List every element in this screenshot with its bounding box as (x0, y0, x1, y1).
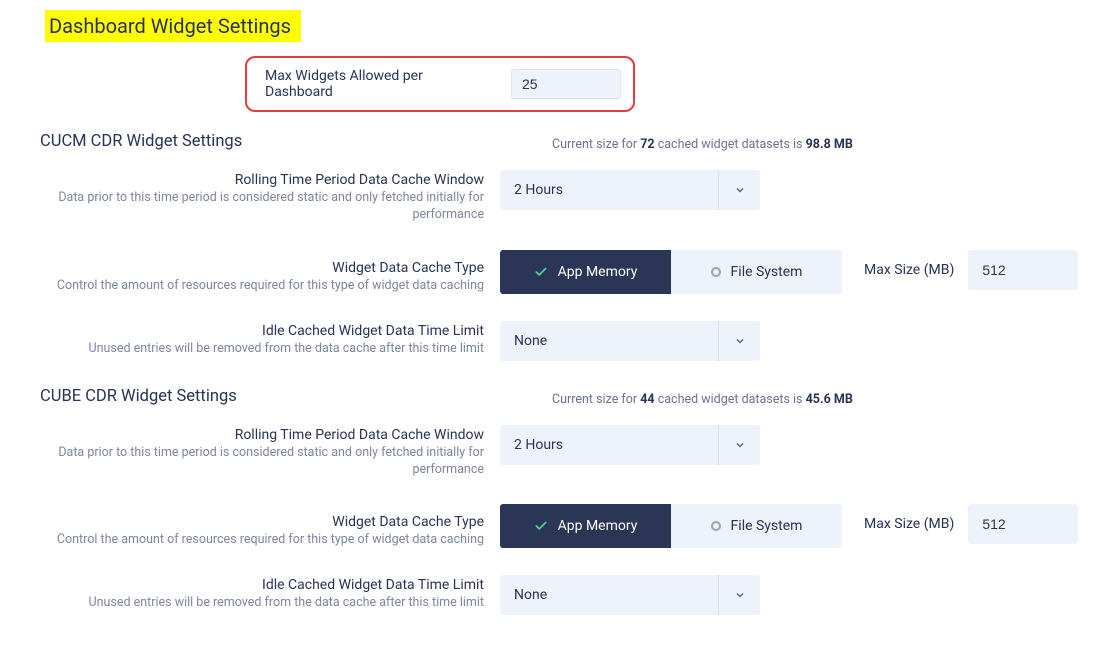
idle-help: Unused entries will be removed from the … (40, 595, 484, 612)
cache-type-label: Widget Data Cache Type (40, 260, 484, 276)
rolling-select-cucm[interactable]: 2 Hours (500, 170, 760, 210)
section-cube: CUBE CDR Widget Settings Current size fo… (0, 387, 1120, 616)
section-cucm: CUCM CDR Widget Settings Current size fo… (0, 132, 1120, 361)
idle-label: Idle Cached Widget Data Time Limit (40, 323, 484, 339)
max-size-label: Max Size (MB) (864, 262, 954, 278)
chevron-down-icon (718, 575, 760, 615)
cache-info-cube: Current size for 44 cached widget datase… (552, 392, 1080, 407)
max-widgets-input[interactable] (511, 69, 621, 99)
max-size-input-cube[interactable] (968, 504, 1078, 544)
cache-info-size: 45.6 MB (806, 392, 853, 407)
check-icon (534, 519, 548, 533)
rolling-select-value: 2 Hours (500, 182, 563, 198)
cache-type-help: Control the amount of resources required… (40, 278, 484, 295)
cache-type-toggle-cucm: App Memory File System (500, 250, 842, 294)
cache-type-file-system[interactable]: File System (671, 504, 842, 548)
cache-type-toggle-cube: App Memory File System (500, 504, 842, 548)
row-cucm-rolling: Rolling Time Period Data Cache Window Da… (40, 170, 1080, 224)
cache-type-label: Widget Data Cache Type (40, 514, 484, 530)
chevron-down-icon (718, 425, 760, 465)
cache-type-app-memory[interactable]: App Memory (500, 250, 671, 294)
cache-type-app-memory-label: App Memory (558, 518, 638, 534)
radio-icon (711, 521, 721, 531)
cache-info-cucm: Current size for 72 cached widget datase… (552, 137, 1080, 152)
page-title: Dashboard Widget Settings (45, 10, 301, 42)
max-size-wrap-cube: Max Size (MB) (864, 504, 1078, 544)
idle-label: Idle Cached Widget Data Time Limit (40, 577, 484, 593)
idle-select-cucm[interactable]: None (500, 321, 760, 361)
radio-icon (711, 267, 721, 277)
row-cucm-idle: Idle Cached Widget Data Time Limit Unuse… (40, 321, 1080, 361)
idle-select-value: None (500, 333, 547, 349)
chevron-down-icon (718, 170, 760, 210)
cache-type-file-system[interactable]: File System (671, 250, 842, 294)
cache-type-app-memory-label: App Memory (558, 264, 638, 280)
cache-info-prefix: Current size for (552, 392, 640, 407)
row-cube-rolling: Rolling Time Period Data Cache Window Da… (40, 425, 1080, 479)
max-size-wrap-cucm: Max Size (MB) (864, 250, 1078, 290)
rolling-help: Data prior to this time period is consid… (40, 445, 484, 479)
cache-info-mid: cached widget datasets is (655, 137, 806, 152)
cache-info-count: 44 (640, 392, 654, 407)
rolling-label: Rolling Time Period Data Cache Window (40, 427, 484, 443)
chevron-down-icon (718, 321, 760, 361)
cache-info-size: 98.8 MB (806, 137, 853, 152)
row-cucm-cache-type: Widget Data Cache Type Control the amoun… (40, 250, 1080, 295)
row-cube-idle: Idle Cached Widget Data Time Limit Unuse… (40, 575, 1080, 615)
rolling-label: Rolling Time Period Data Cache Window (40, 172, 484, 188)
check-icon (534, 265, 548, 279)
cache-type-app-memory[interactable]: App Memory (500, 504, 671, 548)
max-widgets-box: Max Widgets Allowed per Dashboard (245, 56, 635, 112)
idle-select-cube[interactable]: None (500, 575, 760, 615)
rolling-select-cube[interactable]: 2 Hours (500, 425, 760, 465)
cache-info-count: 72 (640, 137, 654, 152)
cache-type-help: Control the amount of resources required… (40, 532, 484, 549)
max-widgets-label: Max Widgets Allowed per Dashboard (265, 68, 493, 100)
idle-select-value: None (500, 587, 547, 603)
rolling-select-value: 2 Hours (500, 437, 563, 453)
idle-help: Unused entries will be removed from the … (40, 341, 484, 358)
cache-info-mid: cached widget datasets is (655, 392, 806, 407)
cache-type-file-system-label: File System (731, 264, 803, 280)
rolling-help: Data prior to this time period is consid… (40, 190, 484, 224)
row-cube-cache-type: Widget Data Cache Type Control the amoun… (40, 504, 1080, 549)
max-size-label: Max Size (MB) (864, 516, 954, 532)
max-size-input-cucm[interactable] (968, 250, 1078, 290)
cache-type-file-system-label: File System (731, 518, 803, 534)
cache-info-prefix: Current size for (552, 137, 640, 152)
